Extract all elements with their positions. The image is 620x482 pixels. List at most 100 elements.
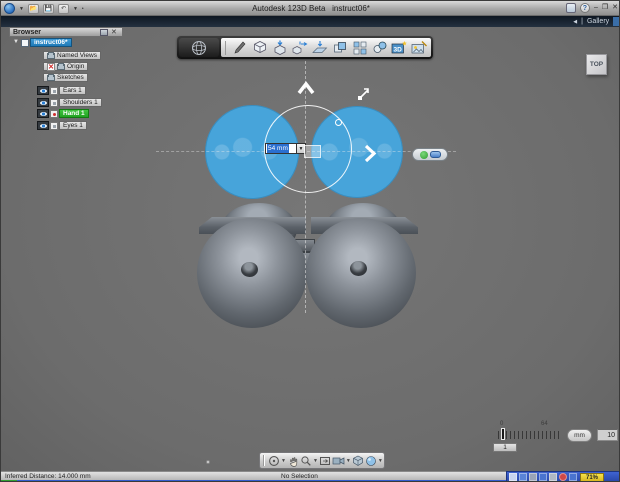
browser-panel-header[interactable]: Browser ✕ bbox=[9, 27, 123, 37]
tray-icon-2[interactable] bbox=[519, 473, 527, 481]
snap-slider-handle[interactable] bbox=[501, 428, 505, 440]
tree-label-ears[interactable]: Ears 1 bbox=[59, 86, 86, 95]
gallery-bar: ◀ | Gallery | bbox=[1, 16, 619, 27]
tree-item-hand[interactable]: Hand 1 bbox=[37, 109, 89, 118]
camera-caret-icon[interactable]: ▼ bbox=[346, 458, 351, 464]
zoom-caret-icon[interactable]: ▼ bbox=[313, 458, 318, 464]
gallery-divider: | bbox=[581, 18, 583, 25]
snap-sphere-icon[interactable] bbox=[419, 150, 428, 159]
sync-icon[interactable] bbox=[565, 2, 576, 13]
hidden-red-x-icon[interactable]: ✕ bbox=[47, 62, 55, 71]
model-hole-left[interactable] bbox=[241, 262, 258, 277]
camera-view-icon[interactable] bbox=[332, 454, 345, 467]
tray-icon-4[interactable] bbox=[539, 473, 547, 481]
maximize-button[interactable]: ❐ bbox=[602, 2, 608, 13]
zoom-icon[interactable] bbox=[300, 454, 312, 467]
pattern-icon[interactable] bbox=[351, 40, 368, 56]
solid-checkbox-icon[interactable] bbox=[50, 86, 58, 95]
viewcube[interactable]: TOP bbox=[586, 54, 607, 75]
move-right-arrow-icon[interactable] bbox=[363, 144, 378, 163]
tree-item-origin[interactable]: ✕ Origin bbox=[43, 62, 89, 71]
snap-ruler[interactable] bbox=[498, 431, 562, 439]
move-icon[interactable] bbox=[291, 40, 308, 56]
tree-item-shoulders[interactable]: Shoulders 1 bbox=[37, 98, 102, 107]
primitive-cube-icon[interactable] bbox=[251, 40, 268, 56]
expand-caret-icon[interactable]: ▼ bbox=[13, 38, 19, 47]
capture-image-icon[interactable] bbox=[411, 40, 428, 56]
svg-text:3D: 3D bbox=[394, 47, 403, 54]
help-button[interactable]: ? bbox=[579, 2, 590, 13]
solid-checkbox-icon[interactable] bbox=[50, 109, 58, 118]
window-title: Autodesk 123D Beta instruct06* bbox=[252, 4, 370, 13]
tree-label-document[interactable]: instruct06* bbox=[29, 38, 72, 47]
dimension-value[interactable]: 54 mm bbox=[267, 144, 289, 153]
combine-icon[interactable] bbox=[371, 40, 388, 56]
browser-dock-icon[interactable] bbox=[100, 28, 108, 36]
pan-icon[interactable] bbox=[287, 454, 299, 467]
tray-icon-7[interactable] bbox=[569, 473, 577, 481]
sketch-pencil-icon[interactable] bbox=[231, 40, 248, 56]
main-toolbar: 3D bbox=[177, 36, 433, 59]
minimize-button[interactable]: – bbox=[594, 2, 598, 13]
display-style-icon[interactable] bbox=[352, 454, 364, 467]
center-grip-square[interactable] bbox=[304, 145, 321, 158]
rotate-ring-handle[interactable] bbox=[335, 119, 342, 126]
ruler-min-label: 0 bbox=[500, 421, 504, 427]
tree-item-named-views[interactable]: Named Views bbox=[43, 51, 101, 60]
grid-size-field[interactable]: 10 bbox=[597, 429, 618, 441]
snap-icon[interactable] bbox=[311, 40, 328, 56]
gallery-corner-accent bbox=[613, 17, 619, 26]
toolbar-grip[interactable] bbox=[263, 455, 265, 466]
visibility-eye-icon[interactable] bbox=[37, 121, 49, 130]
tray-icon-6[interactable] bbox=[559, 473, 567, 481]
gallery-button[interactable]: Gallery bbox=[587, 18, 609, 25]
snap-ruler-icon[interactable] bbox=[429, 151, 441, 158]
tree-label-eyes[interactable]: Eyes 1 bbox=[59, 121, 87, 130]
material-caret-icon[interactable]: ▼ bbox=[378, 458, 383, 464]
ruler-max-label: 64 bbox=[541, 421, 548, 427]
solid-checkbox-icon[interactable] bbox=[50, 121, 58, 130]
sphere-mesh-icon bbox=[192, 40, 206, 55]
document-icon bbox=[20, 38, 29, 47]
tray-icon-5[interactable] bbox=[549, 473, 557, 481]
close-button[interactable]: ✕ bbox=[612, 2, 618, 13]
press-pull-icon[interactable] bbox=[271, 40, 288, 56]
tree-label-shoulders[interactable]: Shoulders 1 bbox=[59, 98, 102, 107]
tray-icon-1[interactable] bbox=[509, 473, 517, 481]
toolbar-drag-dot[interactable] bbox=[206, 460, 210, 464]
visibility-eye-icon[interactable] bbox=[37, 109, 49, 118]
visibility-eye-icon[interactable] bbox=[37, 86, 49, 95]
orbit-icon[interactable] bbox=[268, 454, 280, 467]
tree-label-sketches: Sketches bbox=[57, 73, 84, 81]
tree-item-sketches[interactable]: Sketches bbox=[43, 73, 88, 82]
tray-icon-3[interactable] bbox=[529, 473, 537, 481]
tree-item-ears[interactable]: Ears 1 bbox=[37, 86, 86, 95]
units-button[interactable]: mm bbox=[567, 429, 592, 442]
battery-indicator[interactable]: 71% bbox=[580, 472, 604, 481]
tree-label-hand[interactable]: Hand 1 bbox=[59, 109, 89, 118]
visibility-eye-icon[interactable] bbox=[37, 98, 49, 107]
snap-toggle-widget[interactable] bbox=[412, 148, 448, 161]
window-controls: ? – ❐ ✕ bbox=[565, 2, 618, 13]
orbit-caret-icon[interactable]: ▼ bbox=[281, 458, 286, 464]
material-icon[interactable] bbox=[365, 454, 377, 467]
scene-3d-icon[interactable]: 3D bbox=[391, 40, 408, 56]
fit-icon[interactable] bbox=[319, 454, 331, 467]
navigation-toolbar: ▼ ▼ ▼ ▼ bbox=[259, 452, 385, 469]
gallery-collapse-icon[interactable]: ◀ bbox=[573, 19, 577, 25]
viewcube-face-label[interactable]: TOP bbox=[590, 61, 603, 68]
tree-item-eyes[interactable]: Eyes 1 bbox=[37, 121, 87, 130]
duplicate-icon[interactable] bbox=[331, 40, 348, 56]
folder-icon bbox=[57, 62, 65, 70]
browser-close-icon[interactable]: ✕ bbox=[111, 29, 119, 36]
main-toolbar-icons: 3D bbox=[221, 38, 431, 57]
dimension-input[interactable]: 54 mm bbox=[265, 143, 297, 154]
app-menu-button[interactable] bbox=[179, 38, 219, 57]
folder-icon bbox=[47, 51, 55, 59]
scale-handle-icon[interactable] bbox=[355, 87, 371, 103]
tree-item-document[interactable]: ▼ instruct06* bbox=[13, 38, 72, 47]
solid-checkbox-icon[interactable] bbox=[50, 98, 58, 107]
model-hole-right[interactable] bbox=[350, 261, 367, 276]
snap-value-box[interactable]: 1 bbox=[493, 443, 517, 452]
move-up-arrow-icon[interactable] bbox=[297, 81, 315, 95]
